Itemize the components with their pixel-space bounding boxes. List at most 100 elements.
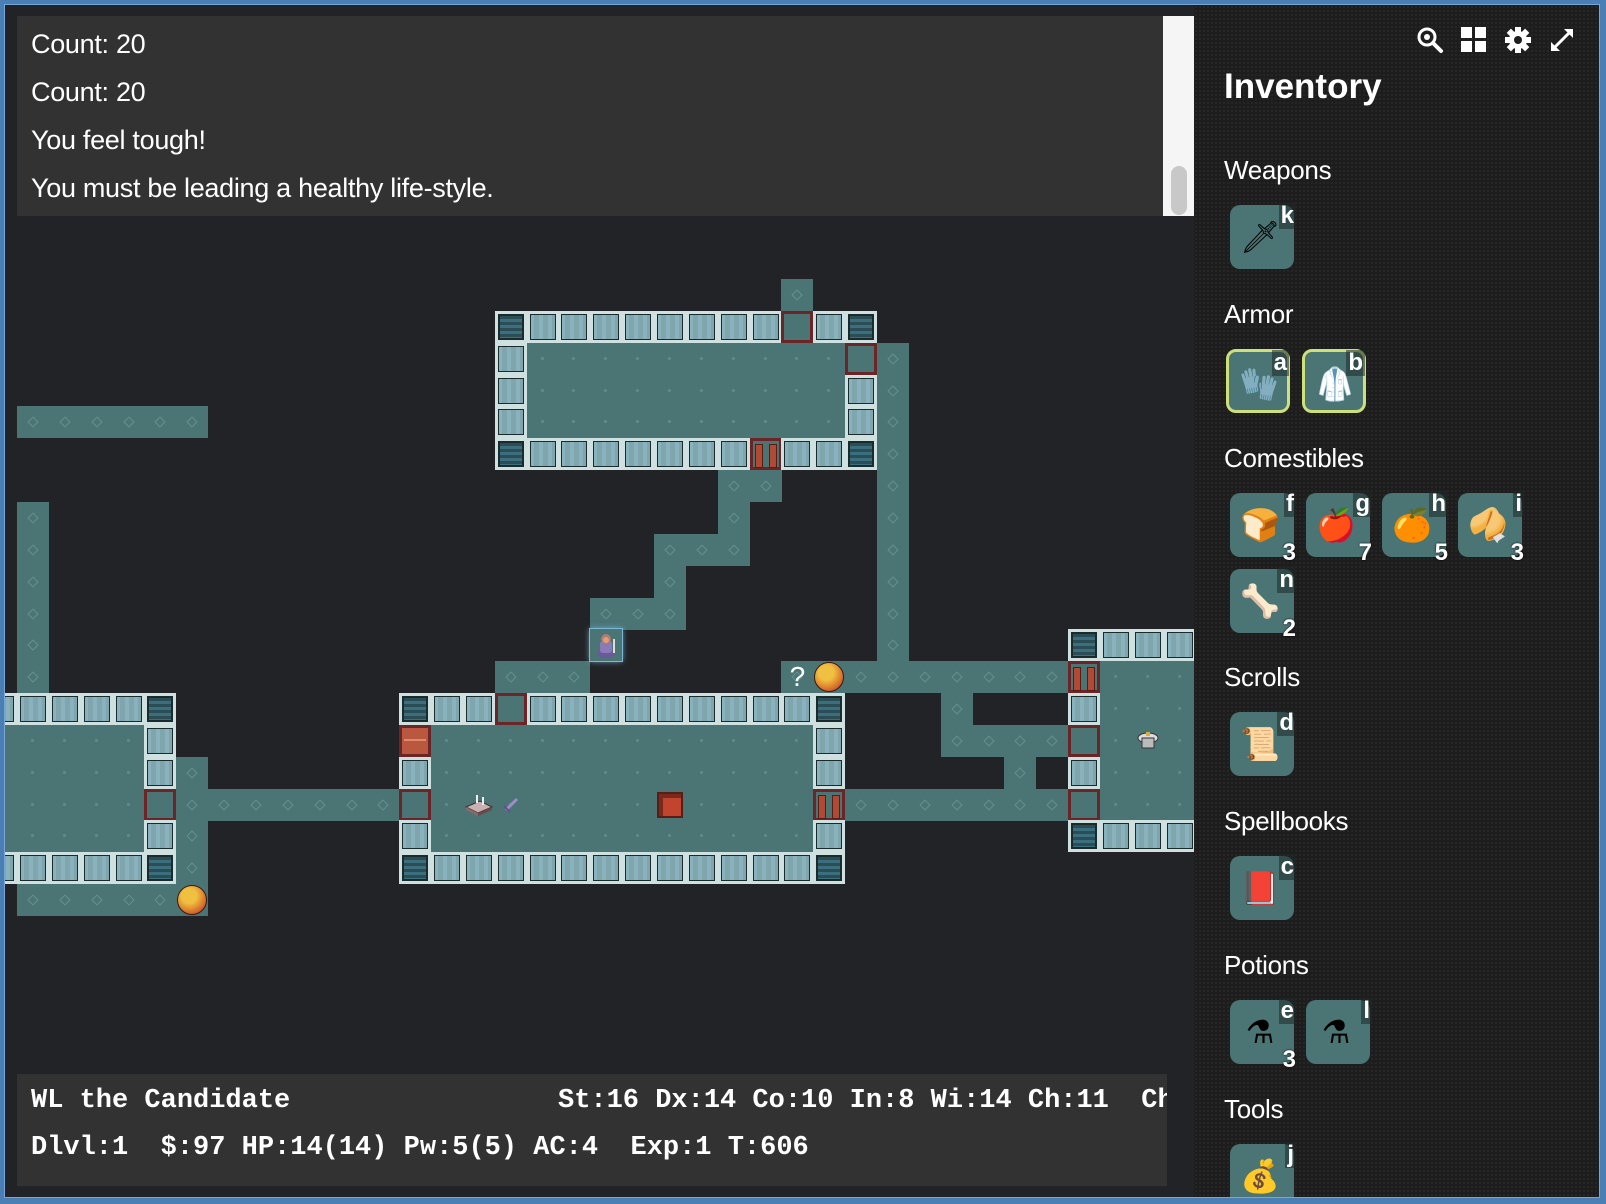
fullscreen-icon[interactable]	[1547, 25, 1577, 55]
floor-tile	[462, 820, 495, 853]
inventory-title: Inventory	[1224, 67, 1382, 106]
floor-tile	[526, 374, 559, 407]
corridor-tile	[271, 788, 304, 821]
floor-tile	[526, 342, 559, 375]
boulder-icon[interactable]	[813, 661, 845, 693]
floor-tile	[622, 724, 655, 757]
game-window: ? Count: 20 Count: 20 You feel tough! Yo…	[4, 4, 1600, 1198]
corridor-tile	[367, 788, 400, 821]
floor-tile	[112, 756, 145, 789]
corridor-tile	[940, 788, 973, 821]
floor-tile	[17, 756, 49, 789]
inventory-item-a[interactable]: 🧤 a	[1226, 349, 1290, 413]
wall-tile	[781, 852, 814, 885]
wall-tile	[462, 693, 495, 726]
corridor-tile	[940, 693, 973, 726]
floor-tile	[717, 820, 750, 853]
wall-tile	[749, 693, 782, 726]
scroll-on-floor-icon[interactable]: ?	[781, 661, 813, 693]
wall-corner	[813, 693, 846, 726]
floor-tile	[590, 788, 623, 821]
floor-tile	[112, 724, 145, 757]
floor-tile	[5, 724, 18, 757]
floor-tile	[80, 820, 113, 853]
floor-tile	[749, 724, 782, 757]
corridor-tile	[1004, 788, 1037, 821]
item-quantity: 7	[1358, 539, 1372, 566]
scrollbar-thumb[interactable]	[1171, 166, 1187, 215]
corridor-tile	[17, 406, 49, 439]
message-line: Count: 20	[31, 29, 146, 59]
grid-icon[interactable]	[1459, 25, 1489, 55]
inventory-item-h[interactable]: 🍊 h 5	[1382, 490, 1448, 566]
wall-tile	[717, 438, 750, 471]
inventory-item-d[interactable]: 📜 d	[1230, 709, 1296, 776]
inventory-item-n[interactable]: 🦴 n 2	[1230, 567, 1296, 642]
dagger-on-floor-icon[interactable]	[495, 789, 527, 821]
fortune-cookie-icon: 🥠	[1468, 507, 1508, 543]
wall-tile	[526, 693, 559, 726]
wall-tile	[590, 438, 623, 471]
corridor-tile	[17, 533, 49, 566]
message-scrollbar[interactable]	[1163, 16, 1194, 216]
category-scrolls: Scrolls	[1224, 662, 1300, 692]
player-icon[interactable]	[589, 628, 624, 663]
corridor-tile	[876, 470, 909, 503]
corridor-tile	[845, 788, 878, 821]
sink-icon[interactable]	[1132, 725, 1164, 757]
floor-tile	[813, 374, 846, 407]
wall-corner	[1068, 820, 1101, 853]
wall-tile	[1131, 820, 1164, 853]
corridor-tile	[940, 724, 973, 757]
floor-tile	[749, 788, 782, 821]
floor-tile	[622, 820, 655, 853]
scroll-icon: 📜	[1240, 726, 1280, 762]
floor-tile	[558, 406, 591, 439]
item-letter: h	[1429, 490, 1448, 517]
door-tile	[813, 788, 846, 821]
wall-tile	[654, 852, 686, 885]
inventory-item-j[interactable]: 💰 j	[1230, 1142, 1296, 1197]
inventory-item-f[interactable]: 🍞 f 3	[1230, 491, 1296, 566]
floor-tile	[112, 820, 145, 853]
wall-tile	[813, 756, 846, 789]
wall-tile	[1068, 756, 1101, 789]
zoom-icon[interactable]	[1415, 25, 1445, 55]
inventory-item-i[interactable]: 🥠 i 3	[1458, 491, 1524, 566]
inventory-item-c[interactable]: 📕 c	[1230, 854, 1296, 920]
floor-tile	[654, 756, 686, 789]
floor-tile	[654, 342, 686, 375]
inventory-item-l[interactable]: ⚗ l	[1306, 998, 1372, 1064]
trapdoor-icon[interactable]	[654, 789, 686, 821]
corridor-tile	[80, 884, 113, 917]
corridor-tile	[590, 597, 623, 630]
floor-tile	[1131, 756, 1164, 789]
floor-tile	[781, 820, 814, 853]
corridor-tile	[17, 597, 49, 630]
wall-tile	[17, 693, 49, 726]
corridor-tile	[335, 788, 368, 821]
floor-tile	[717, 756, 750, 789]
inventory-item-e[interactable]: ⚗ e 3	[1230, 998, 1296, 1073]
category-armor: Armor	[1224, 299, 1294, 329]
corridor-tile	[940, 661, 973, 694]
wall-tile	[717, 852, 750, 885]
corridor-tile	[17, 884, 49, 917]
wall-tile	[845, 374, 878, 407]
boulder-icon[interactable]	[176, 884, 208, 916]
corridor-tile	[176, 852, 209, 885]
altar-icon[interactable]	[463, 789, 495, 821]
floor-tile	[526, 756, 559, 789]
corridor-tile	[749, 470, 782, 503]
floor-tile	[685, 724, 718, 757]
wall-tile	[654, 693, 686, 726]
item-letter: d	[1277, 709, 1296, 736]
floor-tile	[1163, 661, 1194, 694]
inventory-item-k[interactable]: 🗡 k	[1230, 203, 1296, 269]
wall-tile	[1163, 629, 1194, 662]
wall-tile	[431, 852, 464, 885]
inventory-item-g[interactable]: 🍎 g 7	[1306, 491, 1372, 566]
gear-icon[interactable]	[1503, 25, 1533, 55]
corridor-tile	[526, 661, 559, 694]
inventory-item-b[interactable]: 🥼 b	[1302, 349, 1366, 413]
